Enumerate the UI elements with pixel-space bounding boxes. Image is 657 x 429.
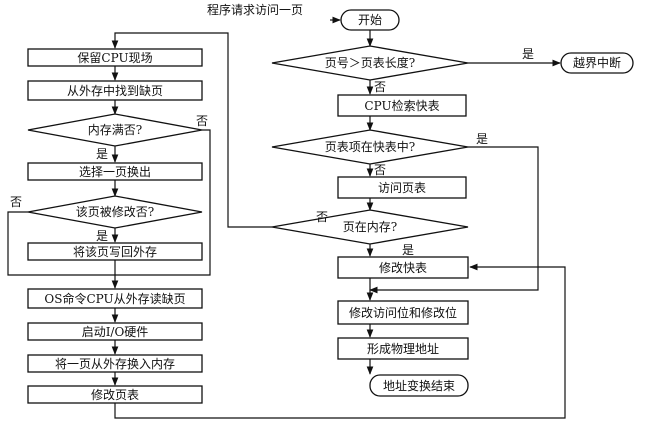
- in-memory-no: 否: [316, 210, 328, 224]
- visit-page-table-label: 访问页表: [378, 181, 426, 195]
- end-label: 地址变换结束: [383, 378, 455, 393]
- modify-tlb-label: 修改快表: [379, 260, 427, 275]
- page-exceed-label: 页号＞页表长度?: [325, 55, 415, 70]
- in-tlb-yes: 是: [476, 132, 488, 146]
- modified-yes: 是: [96, 229, 108, 243]
- modified-label: 该页被修改否?: [76, 204, 154, 219]
- swap-in-label: 将一页从外存换入内存: [55, 357, 175, 371]
- title-text: 程序请求访问一页: [207, 2, 303, 17]
- start-label: 开始: [358, 13, 382, 27]
- modify-page-table-label: 修改页表: [91, 387, 139, 402]
- mem-full-yes: 是: [96, 147, 108, 161]
- save-cpu-label: 保留CPU现场: [77, 51, 152, 65]
- modified-no: 否: [10, 195, 22, 209]
- in-tlb-label: 页表项在快表中?: [325, 139, 415, 154]
- cpu-search-tlb-label: CPU检索快表: [364, 98, 439, 113]
- page-exceed-no: 否: [374, 80, 386, 94]
- write-back-label: 将该页写回外存: [73, 245, 157, 259]
- in-memory-yes: 是: [402, 243, 414, 257]
- in-memory-label: 页在内存?: [343, 220, 397, 234]
- choose-swap-label: 选择一页换出: [79, 165, 151, 179]
- page-exceed-yes: 是: [522, 47, 534, 61]
- mem-full-label: 内存满否?: [88, 123, 142, 137]
- overflow-label: 越界中断: [573, 55, 621, 70]
- mem-full-no: 否: [196, 114, 208, 128]
- in-tlb-no: 否: [374, 163, 386, 177]
- find-fault-label: 从外存中找到缺页: [67, 83, 163, 98]
- start-io-label: 启动I/O硬件: [82, 325, 149, 339]
- modify-bits-label: 修改访问位和修改位: [349, 305, 457, 320]
- address-translation-flowchart: 程序请求访问一页 开始 页号＞页表长度? 是 否 越界中断 CPU检索快表 页表…: [7, 2, 634, 419]
- form-physical-address-label: 形成物理地址: [367, 342, 439, 356]
- os-command-label: OS命令CPU从外存读缺页: [44, 291, 185, 306]
